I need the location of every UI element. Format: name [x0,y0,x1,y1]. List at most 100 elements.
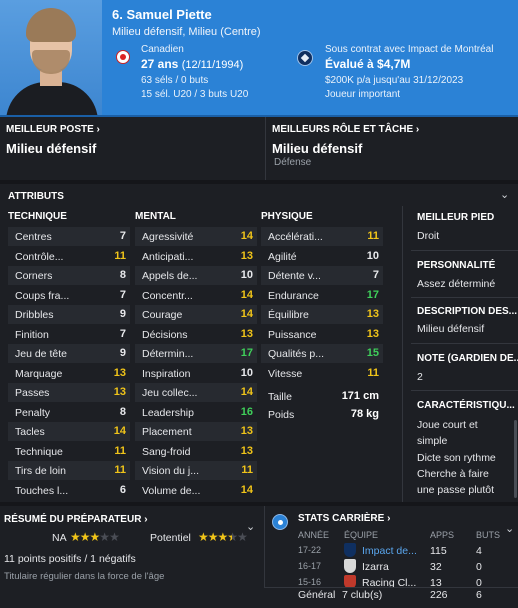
attribute-row[interactable]: Coups fra... 7 [8,286,130,305]
attribute-row[interactable]: Inspiration 10 [135,364,257,383]
apps-column-header[interactable]: APPS [430,530,454,540]
team-column-header[interactable]: ÉQUIPE [344,530,378,540]
best-role-label[interactable]: MEILLEURS RÔLE ET TÂCHE › [272,124,419,135]
total-label: Général [298,589,336,601]
attribute-row[interactable]: Puissance 13 [261,325,383,344]
contract-status[interactable]: Sous contrat avec Impact de Montréal [325,44,493,55]
attribute-name: Agressivité [142,231,194,243]
player-header: 6. Samuel Piette Milieu défensif, Milieu… [0,0,518,117]
attribute-row[interactable]: Vitesse 11 [261,364,383,383]
attribute-row[interactable]: Agressivité 14 [135,227,257,246]
attribute-row[interactable]: Placement 13 [135,422,257,441]
attribute-value: 13 [113,366,126,379]
attribute-value: 7 [119,327,126,340]
attribute-value: 11 [114,464,126,476]
attribute-name: Corners [15,270,53,282]
attribute-row[interactable]: Centres 7 [8,227,130,246]
gk-rating-label: NOTE (GARDIEN DE... [417,353,518,364]
attribute-row[interactable]: Technique 11 [8,442,130,461]
season-column-header[interactable]: ANNÉE [298,530,329,540]
attribute-row[interactable]: Appels de... 10 [135,266,257,285]
attribute-row[interactable]: Corners 8 [8,266,130,285]
best-position-panel[interactable]: MEILLEUR POSTE › Milieu défensif [0,117,265,180]
best-position-label[interactable]: MEILLEUR POSTE › [6,124,100,135]
preferred-foot-label: MEILLEUR PIED [417,212,495,223]
club-badge-icon[interactable] [297,50,313,66]
attribute-row[interactable]: Tirs de loin 11 [8,461,130,480]
attribute-row[interactable]: Sang-froid 13 [135,442,257,461]
attribute-row[interactable]: Jeu collec... 14 [135,383,257,402]
attribute-row[interactable]: Équilibre 13 [261,305,383,324]
attribute-name: Coups fra... [15,289,70,302]
career-club[interactable]: Izarra [362,561,422,573]
best-role-panel[interactable]: MEILLEURS RÔLE ET TÂCHE › Milieu défensi… [265,117,518,180]
attribute-row[interactable]: Contrôle... 11 [8,247,130,266]
attribute-row[interactable]: Qualités p... 15 [261,344,383,363]
best-role-duty: Défense [274,157,312,168]
attribute-row[interactable]: Anticipati... 13 [135,247,257,266]
attribute-value: 13 [240,249,253,262]
attribute-row[interactable]: Volume de... 14 [135,481,257,500]
attribute-row[interactable]: Décisions 13 [135,325,257,344]
attribute-row[interactable]: Endurance 17 [261,286,383,305]
mental-heading: MENTAL [135,211,176,222]
chevron-down-icon[interactable]: ⌄ [505,522,514,535]
attribute-row[interactable]: Tacles 14 [8,422,130,441]
attribute-row[interactable]: Courage 14 [135,305,257,324]
chevron-down-icon[interactable]: ⌄ [500,188,509,201]
attribute-name: Concentr... [142,289,193,302]
canada-flag-icon[interactable] [116,50,130,64]
attribute-value: 8 [119,269,126,281]
attribute-row[interactable]: Accélérati... 11 [261,227,383,246]
attribute-row[interactable]: Dribbles 9 [8,305,130,324]
total-clubs: 7 club(s) [342,589,383,601]
chevron-down-icon[interactable]: ⌄ [246,520,255,533]
scrollbar[interactable] [514,420,517,498]
nationality[interactable]: Canadien [141,44,184,55]
attribute-row[interactable]: Touches l... 6 [8,481,130,500]
attribute-row[interactable]: Détermin... 17 [135,344,257,363]
trait-line: Dicte son rythme [417,451,496,464]
career-season: 17-22 [298,545,322,555]
career-apps: 32 [430,561,442,573]
description-value: Milieu défensif [417,323,485,335]
attribute-row[interactable]: Marquage 13 [8,364,130,383]
attribute-row[interactable]: Finition 7 [8,325,130,344]
player-name: 6. Samuel Piette [112,7,212,22]
career-season: 16-17 [298,561,322,571]
attribute-row[interactable]: Leadership 16 [135,403,257,422]
trait-line: Cherche à faire [417,467,489,480]
career-stats-title[interactable]: STATS CARRIÈRE › [298,513,390,524]
attribute-name: Agilité [268,250,297,263]
attribute-value: 13 [240,425,253,437]
coach-report-title[interactable]: RÉSUMÉ DU PRÉPARATEUR › [4,514,148,525]
potential-label: Potentiel [150,532,191,544]
attribute-value: 10 [366,249,379,262]
career-club[interactable]: Impact de... [362,545,422,557]
player-value: Évalué à $4,7M [325,57,411,71]
weight-label: Poids [268,409,295,421]
best-role-value: Milieu défensif [272,141,363,156]
attribute-name: Technique [15,445,63,458]
attribute-row[interactable]: Concentr... 14 [135,286,257,305]
attribute-row[interactable]: Penalty 8 [8,403,130,422]
attribute-value: 17 [240,347,253,359]
career-goals: 4 [476,545,482,557]
attribute-value: 11 [114,444,126,457]
attribute-name: Puissance [268,328,317,341]
career-season: 15-16 [298,577,322,587]
player-positions: Milieu défensif, Milieu (Centre) [112,26,261,38]
star-icon: ★ [70,530,81,544]
attribute-row[interactable]: Passes 13 [8,383,130,402]
attribute-row[interactable]: Jeu de tête 9 [8,344,130,363]
attribute-name: Vision du j... [142,465,200,477]
current-ability-label: NA [52,532,67,544]
attribute-row[interactable]: Détente v... 7 [261,266,383,285]
attribute-row[interactable]: Vision du j... 11 [135,461,257,480]
attribute-row[interactable]: Agilité 10 [261,247,383,266]
attribute-value: 7 [119,288,126,301]
attribute-value: 6 [119,483,126,496]
goals-column-header[interactable]: BUTS [476,530,500,540]
attribute-value: 11 [241,464,253,476]
traits-label: CARACTÉRISTIQU... [417,400,515,411]
